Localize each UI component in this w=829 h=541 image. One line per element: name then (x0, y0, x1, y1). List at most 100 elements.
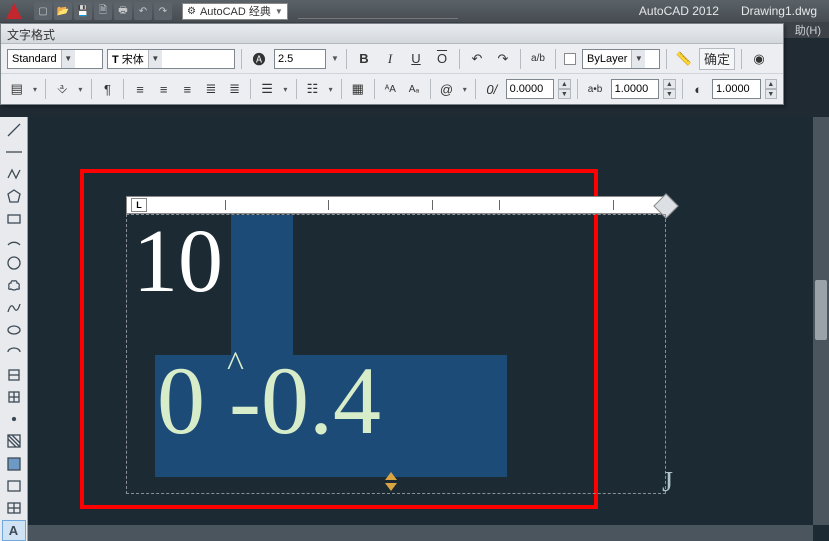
ok-button[interactable]: 确定 (699, 48, 735, 70)
insert-field-button[interactable]: ▦ (348, 78, 368, 100)
text-style-combo[interactable]: Standard ▼ (7, 49, 103, 69)
overline-button[interactable]: O (431, 48, 453, 70)
tracking-input[interactable]: 0.0000 (506, 79, 555, 99)
horizontal-scrollbar[interactable] (28, 525, 813, 541)
workspace-label: AutoCAD 经典 (200, 3, 271, 19)
panel-title: 文字格式 (1, 24, 783, 44)
tab-type-indicator[interactable]: L (131, 198, 147, 212)
chevron-down-icon: ▼ (61, 50, 75, 68)
table-tool[interactable] (2, 498, 26, 519)
color-combo[interactable]: ByLayer ▼ (582, 49, 660, 69)
width-factor-input[interactable]: 1.0000 (611, 79, 660, 99)
ruler-icon[interactable]: 📏 (673, 48, 695, 70)
drawing-canvas[interactable]: L 10 ^ 0 -0.4 J (28, 117, 829, 541)
chevron-down-icon[interactable]: ▾ (76, 85, 85, 94)
scrollbar-thumb[interactable] (815, 280, 827, 340)
app-logo-icon[interactable] (6, 3, 22, 19)
hatch-tool[interactable] (2, 431, 26, 452)
bold-button[interactable]: B (353, 48, 375, 70)
oblique-input[interactable]: 1.0000 (712, 79, 761, 99)
tracking-spinner[interactable]: ▲▼ (558, 79, 570, 99)
polygon-tool[interactable] (2, 186, 26, 207)
chevron-down-icon: ▼ (275, 7, 283, 16)
redo-icon[interactable]: ↷ (154, 2, 172, 20)
point-tool[interactable] (2, 408, 26, 429)
align-distribute-button[interactable]: ≣ (225, 78, 245, 100)
width-factor-icon: a•b (583, 78, 606, 100)
text-format-panel: 文字格式 Standard ▼ T 宋体 ▼ 🅐 2.5 ▼ B I U O ↶… (0, 23, 784, 105)
color-value: ByLayer (583, 53, 631, 65)
new-icon[interactable]: ▢ (34, 2, 52, 20)
options-button[interactable]: ◉ (748, 48, 770, 70)
font-combo[interactable]: T 宋体 ▼ (107, 49, 235, 69)
align-right-button[interactable]: ≡ (177, 78, 197, 100)
oblique-spinner[interactable]: ▲▼ (765, 79, 777, 99)
polyline-tool[interactable] (2, 164, 26, 185)
workspace-dropdown[interactable]: ⚙ AutoCAD 经典 ▼ (182, 3, 288, 20)
color-swatch (562, 48, 578, 70)
symbol-button[interactable]: @ (437, 78, 457, 100)
region-tool[interactable] (2, 475, 26, 496)
lowercase-button[interactable]: Aₐ (404, 78, 424, 100)
draw-toolbar: A (0, 117, 28, 541)
undo-icon[interactable]: ↶ (134, 2, 152, 20)
saveas-icon[interactable]: 🗎 (94, 2, 112, 20)
search-bar[interactable] (298, 4, 458, 19)
oblique-angle-icon: ◐ (688, 78, 708, 100)
quick-access-toolbar: ▢ 📂 💾 🗎 🖶 ↶ ↷ (34, 2, 172, 20)
text-cursor-icon: J (662, 467, 673, 499)
vertical-scrollbar[interactable] (813, 117, 829, 525)
mtext-height-grip-icon[interactable] (385, 472, 399, 496)
line-spacing-button[interactable]: ☰ (257, 78, 277, 100)
text-selection-highlight (231, 215, 293, 355)
gear-icon: ⚙ (187, 6, 196, 17)
width-spinner[interactable]: ▲▼ (663, 79, 675, 99)
numbering-button[interactable]: ☷ (303, 78, 323, 100)
chevron-down-icon[interactable]: ▾ (326, 85, 335, 94)
menu-help[interactable]: 助(H) (795, 22, 821, 38)
oblique-icon: 0/ (482, 78, 502, 100)
justify-button[interactable]: ⎀ (52, 78, 72, 100)
insert-block-tool[interactable] (2, 364, 26, 385)
annotative-icon[interactable]: 🅐 (248, 48, 270, 70)
print-icon[interactable]: 🖶 (114, 2, 132, 20)
redo-button[interactable]: ↷ (492, 48, 514, 70)
chevron-down-icon[interactable]: ▾ (31, 85, 40, 94)
chevron-down-icon[interactable]: ▾ (460, 85, 469, 94)
app-name: AutoCAD 2012 (639, 4, 719, 18)
open-icon[interactable]: 📂 (54, 2, 72, 20)
align-justify-button[interactable]: ≣ (201, 78, 221, 100)
construction-line-tool[interactable] (2, 141, 26, 162)
text-style-value: Standard (8, 53, 61, 65)
columns-button[interactable]: ▤ (7, 78, 27, 100)
chevron-down-icon[interactable]: ▾ (281, 85, 290, 94)
stack-button[interactable]: a/b (527, 48, 549, 70)
ellipse-tool[interactable] (2, 319, 26, 340)
italic-button[interactable]: I (379, 48, 401, 70)
mtext-line-1: 10 (133, 217, 223, 307)
uppercase-button[interactable]: ᴬA (380, 78, 400, 100)
rectangle-tool[interactable] (2, 208, 26, 229)
paragraph-button[interactable]: ¶ (98, 78, 118, 100)
underline-button[interactable]: U (405, 48, 427, 70)
gradient-tool[interactable] (2, 453, 26, 474)
text-format-row-1: Standard ▼ T 宋体 ▼ 🅐 2.5 ▼ B I U O ↶ ↷ a/… (1, 44, 783, 74)
make-block-tool[interactable] (2, 386, 26, 407)
spline-tool[interactable] (2, 297, 26, 318)
font-family-value: T 宋体 (108, 51, 148, 67)
circle-tool[interactable] (2, 253, 26, 274)
line-tool[interactable] (2, 119, 26, 140)
mtext-text-area[interactable]: 10 ^ 0 -0.4 J (126, 214, 666, 494)
mtext-editor[interactable]: L 10 ^ 0 -0.4 J (126, 196, 666, 494)
arc-tool[interactable] (2, 230, 26, 251)
text-height-input[interactable]: 2.5 (274, 49, 326, 69)
document-name: Drawing1.dwg (741, 4, 817, 18)
align-left-button[interactable]: ≡ (130, 78, 150, 100)
revision-cloud-tool[interactable] (2, 275, 26, 296)
mtext-tool[interactable]: A (2, 520, 26, 541)
chevron-down-icon[interactable]: ▼ (330, 54, 340, 63)
align-center-button[interactable]: ≡ (154, 78, 174, 100)
save-icon[interactable]: 💾 (74, 2, 92, 20)
ellipse-arc-tool[interactable] (2, 342, 26, 363)
undo-button[interactable]: ↶ (466, 48, 488, 70)
